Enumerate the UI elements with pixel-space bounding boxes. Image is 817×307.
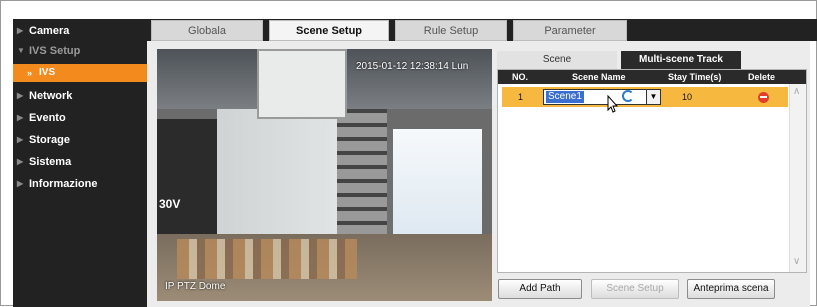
tab-scene-setup[interactable]: Scene Setup — [269, 20, 389, 41]
column-header-no: NO. — [512, 72, 529, 82]
scene-table: NO. Scene Name Stay Time(s) Delete 1 Sce… — [497, 69, 807, 273]
sidebar-item-label: Storage — [29, 134, 70, 146]
camera-label: IP PTZ Dome — [165, 281, 226, 292]
chevron-right-icon: ▶ — [17, 135, 24, 144]
mouse-cursor-icon — [607, 95, 619, 113]
double-chevron-right-icon: » — [27, 68, 33, 78]
tab-rule-setup[interactable]: Rule Setup — [395, 20, 507, 41]
chevron-down-icon: ▼ — [17, 46, 25, 55]
sidebar-item-camera[interactable]: ▶ Camera — [13, 21, 147, 41]
sidebar-item-label: IVS — [39, 67, 56, 78]
tab-parameter[interactable]: Parameter — [513, 20, 627, 41]
column-header-scene-name: Scene Name — [572, 72, 626, 82]
tab-bar: Globala Scene Setup Rule Setup Parameter — [147, 19, 817, 41]
tab-multi-scene-track[interactable]: Multi-scene Track — [621, 51, 741, 69]
column-header-stay-time: Stay Time(s) — [668, 72, 722, 82]
sidebar: ▶ Camera ▼ IVS Setup » IVS ▶ Network ▶ E… — [13, 19, 147, 307]
video-preview[interactable]: 2015-01-12 12:38:14 Lun 30V IP PTZ Dome — [157, 49, 492, 301]
row-number: 1 — [518, 92, 524, 102]
add-path-button[interactable]: Add Path — [498, 279, 582, 299]
sidebar-item-informazione[interactable]: ▶ Informazione — [13, 174, 147, 194]
scrollbar[interactable]: ∧ ∨ — [789, 84, 806, 272]
chevron-right-icon: ▶ — [17, 113, 24, 122]
scene-setup-button[interactable]: Scene Setup — [591, 279, 679, 299]
sidebar-item-label: Camera — [29, 25, 70, 37]
scene-name-value: Scene1 — [546, 91, 584, 103]
table-header: NO. Scene Name Stay Time(s) Delete — [498, 70, 806, 84]
chevron-right-icon: ▶ — [17, 26, 24, 35]
sidebar-item-ivs-setup[interactable]: ▼ IVS Setup — [13, 41, 147, 61]
video-overlay-text: 30V — [159, 197, 181, 211]
sidebar-item-label: Informazione — [29, 178, 98, 190]
tab-globala[interactable]: Globala — [151, 20, 263, 41]
sidebar-item-label: IVS Setup — [29, 45, 81, 57]
app-window: ▶ Camera ▼ IVS Setup » IVS ▶ Network ▶ E… — [0, 0, 817, 307]
scene-name-select[interactable]: Scene1 ▼ — [543, 89, 661, 105]
chevron-down-icon[interactable]: ▼ — [646, 90, 660, 104]
subtab-bar: Scene Multi-scene Track — [497, 51, 805, 69]
sidebar-item-label: Sistema — [29, 156, 72, 168]
column-header-delete: Delete — [748, 72, 776, 82]
tab-scene[interactable]: Scene — [497, 51, 617, 69]
scroll-up-icon[interactable]: ∧ — [793, 86, 800, 97]
video-timestamp: 2015-01-12 12:38:14 Lun — [356, 61, 469, 72]
delete-icon[interactable] — [758, 92, 769, 103]
sidebar-item-sistema[interactable]: ▶ Sistema — [13, 152, 147, 172]
chevron-right-icon: ▶ — [17, 157, 24, 166]
sidebar-item-evento[interactable]: ▶ Evento — [13, 108, 147, 128]
sidebar-item-label: Evento — [29, 112, 66, 124]
sidebar-item-label: Network — [29, 90, 73, 102]
sidebar-item-network[interactable]: ▶ Network — [13, 86, 147, 106]
stay-time-value[interactable]: 10 — [682, 87, 692, 107]
sidebar-item-ivs[interactable]: » IVS — [13, 64, 147, 82]
preview-scene-button[interactable]: Anteprima scena — [687, 279, 775, 299]
scroll-down-icon[interactable]: ∨ — [793, 256, 800, 267]
table-row[interactable]: 1 Scene1 ▼ 10 — [502, 87, 788, 107]
chevron-right-icon: ▶ — [17, 179, 24, 188]
loading-spinner-icon — [622, 90, 634, 102]
sidebar-item-storage[interactable]: ▶ Storage — [13, 130, 147, 150]
chevron-right-icon: ▶ — [17, 91, 24, 100]
